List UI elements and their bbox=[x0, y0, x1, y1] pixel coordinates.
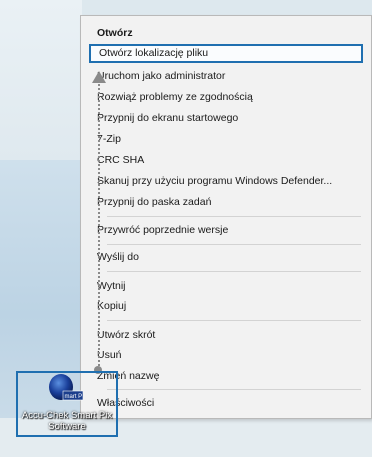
menu-item-pin-to-taskbar[interactable]: Przypnij do paska zadań bbox=[89, 193, 363, 212]
desktop-icon-label[interactable]: Accu-Chek Smart Pix Software bbox=[10, 410, 124, 432]
icon-badge-text: mart P bbox=[65, 394, 83, 400]
annotation-pointer-line bbox=[98, 80, 100, 370]
context-menu: Otwórz Otwórz lokalizację pliku Uruchom … bbox=[80, 15, 372, 419]
menu-item-send-to[interactable]: Wyślij do bbox=[89, 248, 363, 267]
desktop-background-top bbox=[0, 0, 82, 160]
menu-item-copy[interactable]: Kopiuj bbox=[89, 297, 363, 316]
annotation-arrow-icon bbox=[92, 71, 106, 83]
menu-item-crc-sha[interactable]: CRC SHA bbox=[89, 151, 363, 170]
menu-item-scan-defender[interactable]: Skanuj przy użyciu programu Windows Defe… bbox=[89, 172, 363, 191]
menu-item-open-file-location[interactable]: Otwórz lokalizację pliku bbox=[89, 44, 363, 63]
menu-item-delete[interactable]: Usuń bbox=[89, 346, 363, 365]
menu-separator bbox=[107, 320, 361, 321]
menu-separator bbox=[107, 389, 361, 390]
menu-separator bbox=[107, 271, 361, 272]
menu-item-pin-to-start[interactable]: Przypnij do ekranu startowego bbox=[89, 109, 363, 128]
menu-item-properties[interactable]: Właściwości bbox=[89, 394, 363, 413]
menu-item-restore-previous-versions[interactable]: Przywróć poprzednie wersje bbox=[89, 221, 363, 240]
menu-item-cut[interactable]: Wytnij bbox=[89, 277, 363, 296]
menu-item-create-shortcut[interactable]: Utwórz skrót bbox=[89, 326, 363, 345]
menu-separator bbox=[107, 216, 361, 217]
menu-item-open[interactable]: Otwórz bbox=[89, 24, 363, 43]
menu-item-7zip[interactable]: 7-Zip bbox=[89, 130, 363, 149]
accu-chek-app-icon[interactable]: mart P bbox=[47, 373, 83, 403]
menu-item-run-as-admin[interactable]: Uruchom jako administrator bbox=[89, 67, 363, 86]
menu-item-rename[interactable]: Zmień nazwę bbox=[89, 367, 363, 386]
menu-separator bbox=[107, 244, 361, 245]
menu-item-troubleshoot-compatibility[interactable]: Rozwiąż problemy ze zgodnością bbox=[89, 88, 363, 107]
